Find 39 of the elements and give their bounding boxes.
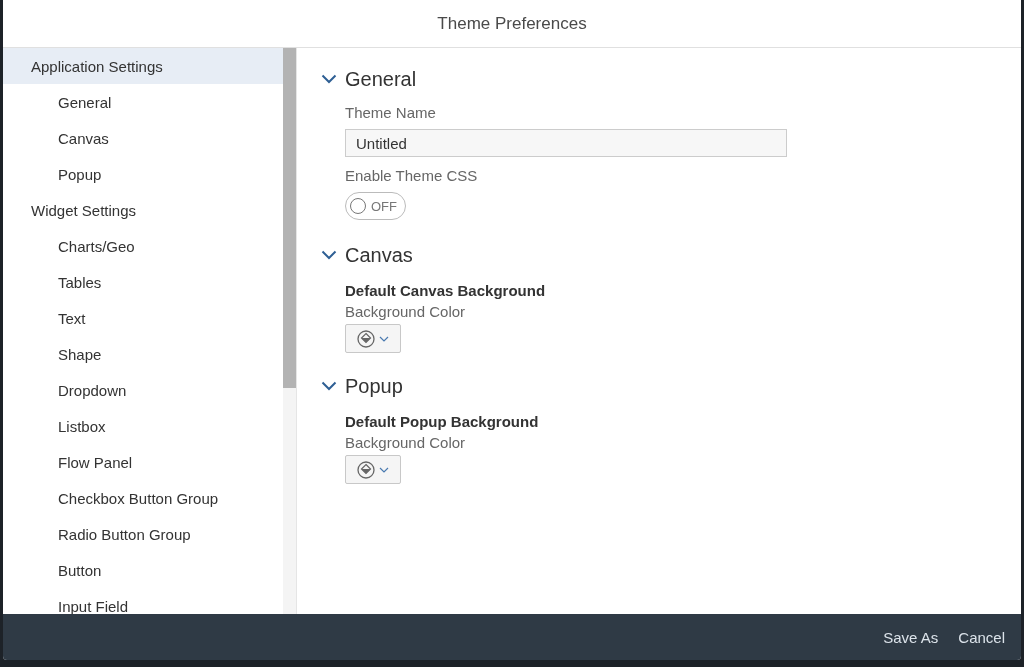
sidebar-item[interactable]: Radio Button Group	[3, 516, 283, 552]
sidebar-item[interactable]: Input Field	[3, 588, 283, 614]
sidebar-item[interactable]: Flow Panel	[3, 444, 283, 480]
field-label: Background Color	[345, 303, 467, 320]
sidebar-item[interactable]: General	[3, 84, 283, 120]
color-picker-button[interactable]	[345, 324, 401, 353]
paint-bucket-icon	[357, 460, 375, 479]
sidebar-item[interactable]: Popup	[3, 156, 283, 192]
field-label: Theme Name	[345, 104, 437, 121]
toggle-switch[interactable]: OFF	[345, 192, 406, 220]
footer-button[interactable]: Save As	[877, 622, 945, 652]
paint-bucket-icon	[357, 329, 375, 348]
sidebar-item[interactable]: Listbox	[3, 408, 283, 444]
caret-icon	[379, 335, 389, 342]
scrollbar-thumb[interactable]	[283, 48, 296, 388]
section-header[interactable]: General	[321, 64, 417, 94]
sidebar-item[interactable]: Text	[3, 300, 283, 336]
color-picker-button[interactable]	[345, 455, 401, 484]
section-header[interactable]: Popup	[321, 371, 403, 401]
sidebar-item[interactable]: Widget Settings	[3, 192, 283, 228]
sidebar-item[interactable]: Dropdown	[3, 372, 283, 408]
footer-button[interactable]: Cancel	[952, 622, 1011, 652]
field-label: Background Color	[345, 434, 467, 451]
chevron-icon	[321, 74, 337, 84]
setting-heading: Default Popup Background	[345, 413, 540, 430]
sidebar-item[interactable]: Charts/Geo	[3, 228, 283, 264]
sidebar-item[interactable]: Shape	[3, 336, 283, 372]
sidebar-item[interactable]: Button	[3, 552, 283, 588]
caret-icon	[379, 466, 389, 473]
sidebar-item[interactable]: Tables	[3, 264, 283, 300]
field-label: Enable Theme CSS	[345, 167, 479, 184]
sidebar-item[interactable]: Application Settings	[3, 48, 283, 84]
sidebar-item[interactable]: Canvas	[3, 120, 283, 156]
setting-heading: Default Canvas Background	[345, 282, 547, 299]
section-header[interactable]: Canvas	[321, 240, 413, 270]
chevron-icon	[321, 381, 337, 391]
theme-name-field[interactable]: Untitled	[345, 129, 787, 157]
chevron-icon	[321, 250, 337, 260]
sidebar-item[interactable]: Checkbox Button Group	[3, 480, 283, 516]
